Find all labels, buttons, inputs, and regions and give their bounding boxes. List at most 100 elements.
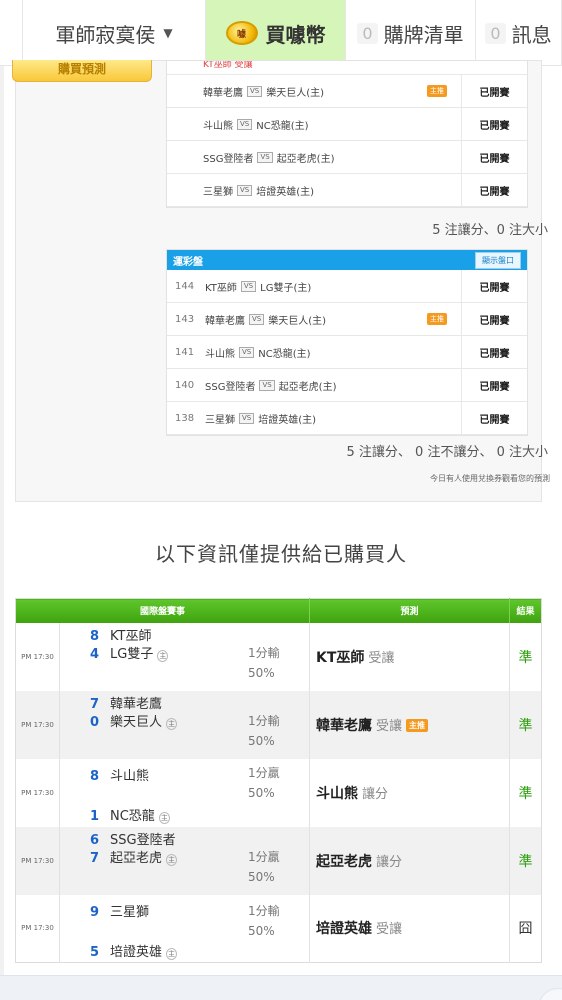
team-away: 韓華老鷹 [205,315,245,327]
match-status: 已開賽 [461,174,527,206]
results-table: 國際盤賽事 預測 結果 PM 17:30 8 KT巫師 4 LG雙子主 1分輸 50% KT巫… [15,598,542,963]
team-away: SSG登陸者 [205,381,256,393]
featured-tag: 主推 [427,313,447,325]
buy-coins-label: 買噱幣 [265,22,326,47]
panel-2-rows: 144 KT巫師 VS LG雙子(主) 已開賽 143 韓華老鷹 VS 樂天巨人(主) 主推 已開賽… [167,270,527,435]
team-away: 三星獅 [203,186,233,198]
team-away: 三星獅 [205,414,235,426]
lottery-panel-header: 運彩盤 顯示盤口 [167,250,527,270]
away-score: 9 [90,904,100,920]
home-line: 7 起亞老虎主 [90,847,178,866]
match-status: 已開賽 [461,369,527,401]
coin-icon: 噱 [225,21,258,45]
prediction-cell: 起亞老虎 讓分 [309,826,510,895]
pick-team: 斗山熊 [316,785,358,802]
user-name: 軍師寂寞侯 [55,22,156,47]
home-team: 培證英雄 [110,944,163,960]
featured-tag: 主推 [406,719,429,732]
away-line: 6 SSG登陸者 [90,829,176,848]
home-score: 7 [90,850,100,866]
away-score: 7 [90,696,100,712]
spread-value: 1分輸 [248,645,280,660]
cut-off-text: KT巫師 受讓 [203,61,253,70]
result-row: PM 17:30 6 SSG登陸者 7 起亞老虎主 1分贏 50% 起亞老虎 讓分準 [15,826,542,895]
team-away: KT巫師 [205,282,237,294]
spread-info: 1分輸 50% [248,643,280,683]
result-mark: 準 [518,785,533,802]
match-number: 138 [175,412,195,424]
result-row: PM 17:30 7 韓華老鷹 0 樂天巨人主 1分輸 50% 韓華老鷹 受讓 主推準 [15,690,542,759]
game-cell: 6 SSG登陸者 7 起亞老虎主 1分贏 50% [59,826,310,895]
team-home: 起亞老虎(主) [278,381,337,393]
user-menu[interactable]: 軍師寂寞侯 ▼ [22,0,206,66]
game-cell: 8 斗山熊 1 NC恐龍主 1分贏 50% [59,758,310,827]
home-line: 1 NC恐龍主 [90,805,170,824]
purchase-list-label: 購牌清單 [383,22,464,47]
header-result: 結果 [509,598,542,623]
match-status: 已開賽 [461,303,527,335]
panel-2-summary: 5 注讓分、 0 注不讓分、 0 注大小 [346,445,548,460]
match-row: 144 KT巫師 VS LG雙子(主) 已開賽 [167,270,527,303]
cart-count-badge: 0 [357,22,378,44]
team-away: 韓華老鷹 [203,87,243,99]
home-mark: 主 [166,947,178,960]
vs-icon: VS [239,346,255,358]
home-mark: 主 [158,811,170,824]
messages-button[interactable]: 0 訊息 [476,0,562,66]
match-row: 143 韓華老鷹 VS 樂天巨人(主) 主推 已開賽 [167,303,527,336]
match-status: 已開賽 [461,270,527,302]
team-home: 培證英雄(主) [256,186,315,198]
buy-prediction-badge[interactable]: 購買預測 [12,60,152,82]
game-cell: 8 KT巫師 4 LG雙子主 1分輸 50% [59,622,310,691]
match-status: 已開賽 [461,141,527,173]
match-number: 143 [175,313,195,325]
away-team: SSG登陸者 [110,832,176,848]
top-nav: 軍師寂寞侯 ▼ 噱 買噱幣 0 購牌清單 0 訊息 [0,0,562,66]
caret-down-icon: ▼ [163,26,173,40]
pick-type: 讓分 [376,854,403,870]
spread-info: 1分輸 50% [248,901,280,941]
spread-pct: 50% [248,665,275,680]
away-line: 7 韓華老鷹 [90,693,162,712]
prediction-cell: 培證英雄 受讓 [309,894,510,963]
spread-value: 1分輸 [248,713,280,728]
team-away: 斗山熊 [203,120,233,132]
away-team: 斗山熊 [110,768,150,784]
match-info: 144 KT巫師 VS LG雙子(主) [167,279,461,294]
pick-type: 受讓 [376,922,403,938]
match-status: 已開賽 [461,402,527,434]
match-info: 138 三星獅 VS 培證英雄(主) [167,411,461,426]
home-score: 4 [90,646,100,662]
home-team: 起亞老虎 [110,850,163,866]
team-home: LG雙子(主) [260,282,312,294]
pick-team: 起亞老虎 [316,853,372,870]
panel-1-rows: 韓華老鷹 VS 樂天巨人(主) 主推 已開賽 斗山熊 VS NC恐龍(主) 已開賽 SSG登陸者 V… [167,75,527,207]
home-line: 0 樂天巨人主 [90,711,178,730]
prediction-cell: KT巫師 受讓 [309,622,510,691]
section-title: 以下資訊僅提供給已購買人 [155,542,407,566]
match-info: SSG登陸者 VS 起亞老虎(主) [167,150,461,165]
home-line: 5 培證英雄主 [90,941,178,960]
vs-icon: VS [239,412,255,424]
buy-coins-button[interactable]: 噱 買噱幣 [206,0,346,66]
team-away: SSG登陸者 [203,153,254,165]
purchase-list-button[interactable]: 0 購牌清單 [346,0,476,66]
result-mark: 囧 [518,921,533,938]
match-row: 斗山熊 VS NC恐龍(主) 已開賽 [167,108,527,141]
game-time: PM 17:30 [15,690,60,759]
match-info: 143 韓華老鷹 VS 樂天巨人(主) [167,312,461,327]
spread-info: 1分贏 50% [248,763,280,803]
match-row: SSG登陸者 VS 起亞老虎(主) 已開賽 [167,141,527,174]
show-odds-button[interactable]: 顯示盤口 [475,251,521,269]
match-number: 141 [175,346,195,358]
match-status: 已開賽 [461,108,527,140]
vs-icon: VS [259,379,275,391]
spread-value: 1分贏 [248,849,280,864]
result-mark: 準 [509,690,542,759]
prediction-cell: 韓華老鷹 受讓 主推 [309,690,510,759]
match-row: 三星獅 VS 培證英雄(主) 已開賽 [167,174,527,207]
home-mark: 主 [157,649,169,662]
home-score: 5 [90,944,100,960]
lottery-panel: 運彩盤 顯示盤口 144 KT巫師 VS LG雙子(主) 已開賽 143 韓華老鷹 VS 樂天巨… [166,249,528,436]
prediction-cell: 斗山熊 讓分 [309,758,510,827]
